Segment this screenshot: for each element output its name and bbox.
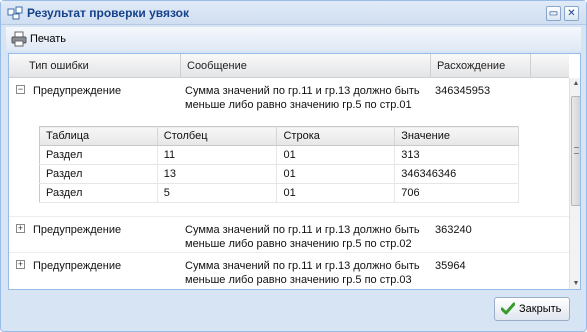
error-type: Предупреждение <box>33 224 122 236</box>
print-label: Печать <box>30 33 67 45</box>
checkmark-icon <box>501 302 515 315</box>
close-button-label: Закрыть <box>519 303 562 315</box>
title-bar[interactable]: Результат проверки увязок ▭ ✕ <box>1 1 586 25</box>
window-icon <box>7 6 23 20</box>
details-cell: 01 <box>276 183 396 203</box>
details-cell: Раздел <box>39 183 158 203</box>
restore-icon[interactable]: ▭ <box>546 6 561 21</box>
details-header-value: Значение <box>394 126 519 146</box>
scroll-thumb[interactable] <box>571 96 580 206</box>
message-line: Сумма значений по гр.11 и гр.13 должно б… <box>185 260 420 272</box>
details-cell: 01 <box>276 145 396 165</box>
details-table: Таблица Столбец Строка Значение Раздел 1… <box>39 126 519 203</box>
details-cell: 346346346 <box>394 164 519 184</box>
details-cell: 01 <box>276 164 396 184</box>
details-cell: Раздел <box>39 164 158 184</box>
message-line: Сумма значений по гр.11 и гр.13 должно б… <box>185 85 420 97</box>
details-cell: Раздел <box>39 145 158 165</box>
difference-value: 35964 <box>435 260 466 272</box>
details-cell: 313 <box>394 145 519 165</box>
column-header-spacer <box>531 54 569 78</box>
close-icon[interactable]: ✕ <box>564 6 579 21</box>
toolbar: Печать <box>6 27 581 51</box>
details-header-table: Таблица <box>39 126 158 146</box>
expand-icon[interactable]: + <box>16 224 25 233</box>
results-grid: Тип ошибки Сообщение Расхождение − Преду… <box>8 53 581 290</box>
details-cell: 11 <box>157 145 278 165</box>
details-row: Раздел 5 01 706 <box>39 183 519 203</box>
scroll-down-icon[interactable]: ▼ <box>571 278 580 289</box>
difference-value: 346345953 <box>435 85 491 97</box>
vertical-scrollbar[interactable]: ▲ ▼ <box>569 78 580 289</box>
details-row: Раздел 11 01 313 <box>39 145 519 165</box>
table-row[interactable]: + Предупреждение Сумма значений по гр.11… <box>9 253 569 288</box>
window-title: Результат проверки увязок <box>27 6 190 20</box>
details-cell: 13 <box>157 164 278 184</box>
error-type: Предупреждение <box>33 85 122 97</box>
details-cell: 5 <box>157 183 278 203</box>
dialog-window: Результат проверки увязок ▭ ✕ Печать Тип… <box>0 0 587 332</box>
table-row[interactable]: + Предупреждение Сумма значений по гр.11… <box>9 217 569 252</box>
dialog-footer: Закрыть <box>6 293 583 329</box>
column-header-message[interactable]: Сообщение <box>181 54 431 78</box>
table-row[interactable]: − Предупреждение Сумма значений по гр.11… <box>9 78 569 216</box>
message-line: меньше либо равно значению гр.5 по стр.0… <box>185 99 412 111</box>
details-header-row: Таблица Столбец Строка Значение <box>39 126 519 146</box>
message: Сумма значений по гр.11 и гр.13 должно б… <box>185 223 425 251</box>
difference-value: 363240 <box>435 224 472 236</box>
message-line: Сумма значений по гр.11 и гр.13 должно б… <box>185 224 420 236</box>
scroll-up-icon[interactable]: ▲ <box>571 78 580 90</box>
collapse-icon[interactable]: − <box>16 85 25 94</box>
details-cell: 706 <box>394 183 519 203</box>
printer-icon <box>11 31 27 47</box>
message-line: меньше либо равно значению гр.5 по стр.0… <box>185 238 412 250</box>
column-header-error-type[interactable]: Тип ошибки <box>9 54 181 78</box>
grip-icon <box>574 147 579 154</box>
message-line: меньше либо равно значению гр.5 по стр.0… <box>185 274 412 286</box>
message: Сумма значений по гр.11 и гр.13 должно б… <box>185 259 425 287</box>
message: Сумма значений по гр.11 и гр.13 должно б… <box>185 84 425 112</box>
details-header-row-name: Строка <box>276 126 396 146</box>
grid-header: Тип ошибки Сообщение Расхождение <box>9 54 569 78</box>
column-header-difference[interactable]: Расхождение <box>431 54 531 78</box>
details-header-column: Столбец <box>157 126 278 146</box>
expand-icon[interactable]: + <box>16 260 25 269</box>
error-type: Предупреждение <box>33 260 122 272</box>
close-button[interactable]: Закрыть <box>494 297 570 321</box>
details-row: Раздел 13 01 346346346 <box>39 164 519 184</box>
